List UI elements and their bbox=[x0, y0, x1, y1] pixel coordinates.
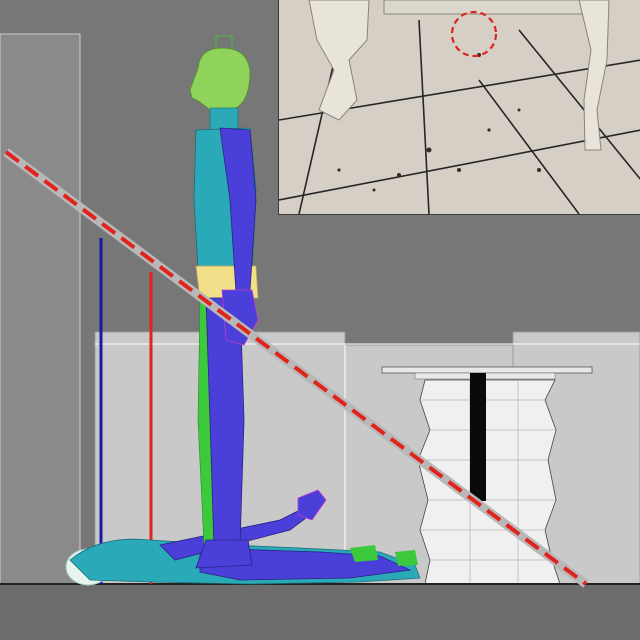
viewport bbox=[0, 0, 640, 640]
floor bbox=[0, 584, 640, 640]
photo-icon bbox=[279, 0, 640, 214]
left-panel bbox=[0, 33, 81, 585]
photo-inset bbox=[278, 0, 640, 215]
table-post bbox=[470, 373, 486, 501]
